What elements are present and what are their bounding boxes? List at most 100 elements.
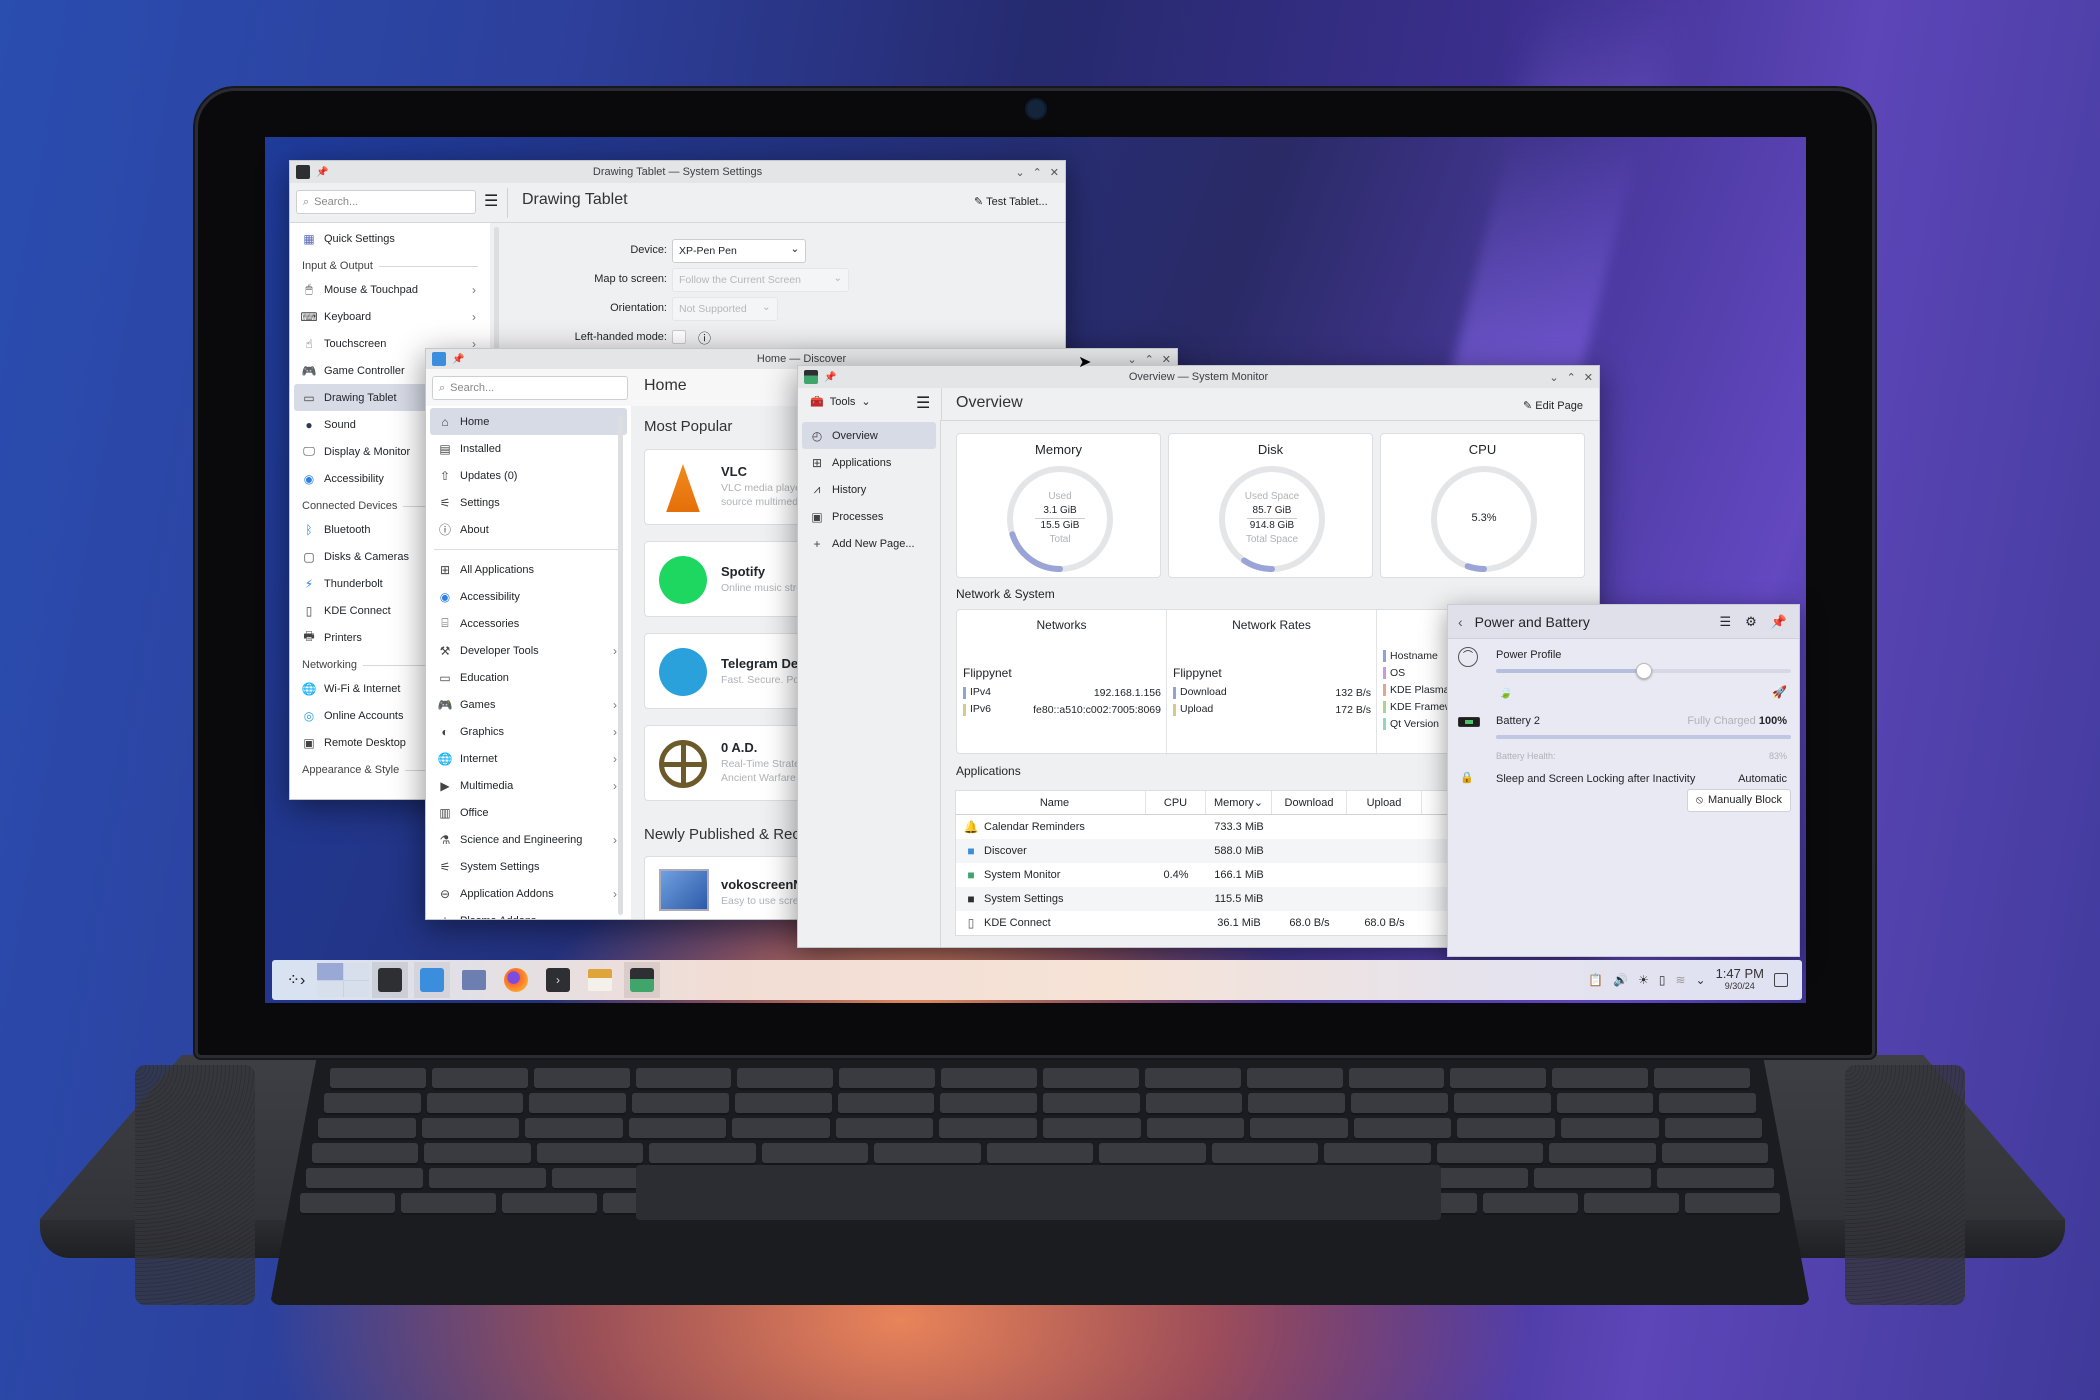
edit-page-button[interactable]: ✎ Edit Page: [1523, 399, 1583, 412]
test-tablet-button[interactable]: ✎ Test Tablet...: [974, 195, 1048, 208]
info-icon[interactable]: ⓘ: [698, 328, 711, 347]
tray-expand-chevron-icon[interactable]: ⌄: [1696, 973, 1706, 987]
minimize-button[interactable]: ⌄: [1127, 353, 1136, 366]
manually-block-button[interactable]: ⦸ Manually Block: [1686, 789, 1791, 812]
title-bar[interactable]: 📌 Drawing Tablet — System Settings ⌄ ⌃ ✕: [290, 161, 1065, 183]
chevron-right-icon: ›: [613, 643, 617, 658]
power-profile-slider[interactable]: [1496, 663, 1791, 679]
back-icon[interactable]: ‹: [1458, 614, 1463, 630]
info-row: Upload 172 B/s: [1173, 701, 1371, 718]
taskbar-firefox[interactable]: [498, 962, 534, 998]
kdeconnect-icon: ▯: [967, 916, 975, 930]
map-dropdown[interactable]: Follow the Current Screen ⌄: [672, 268, 850, 292]
nav-item-updates-0[interactable]: ⇧ Updates (0): [430, 462, 627, 489]
category-item-internet[interactable]: 🌐 Internet ›: [430, 745, 627, 772]
menu-icon[interactable]: ☰: [1720, 614, 1732, 630]
pin-icon[interactable]: 📌: [452, 354, 464, 365]
nav-item-home[interactable]: ⌂ Home: [430, 408, 627, 435]
category-item-accessories[interactable]: ⌸ Accessories: [430, 610, 627, 637]
maximize-button[interactable]: ⌃: [1145, 353, 1154, 366]
category-item-accessibility[interactable]: ◉ Accessibility: [430, 583, 627, 610]
category-item-education[interactable]: ▭ Education: [430, 664, 627, 691]
column-header-download[interactable]: Download: [1272, 791, 1347, 814]
nav-item-add-new-page[interactable]: + Add New Page...: [802, 530, 936, 557]
device-dropdown[interactable]: XP-Pen Pen ⌄: [672, 239, 807, 263]
color-marker: [1383, 684, 1386, 697]
title-bar[interactable]: 📌 Overview — System Monitor ⌄ ⌃ ✕: [798, 366, 1599, 388]
taskbar-konsole[interactable]: ›: [540, 962, 576, 998]
network-card: Networks Flippynet IPv4 192.168.1.156 IPv6…: [956, 609, 1456, 755]
app-launcher-button[interactable]: ⁘›: [278, 962, 314, 998]
wifi-icon[interactable]: ≋: [1675, 973, 1685, 987]
sidebar-item-mouse-touchpad[interactable]: 🖱 Mouse & Touchpad ›: [294, 276, 486, 303]
category-item-office[interactable]: ▥ Office: [430, 799, 627, 826]
item-label: Mouse & Touchpad: [324, 283, 418, 296]
sidebar-scrollbar[interactable]: [618, 415, 623, 915]
sidebar-item-keyboard[interactable]: ⌨ Keyboard ›: [294, 303, 486, 330]
category-item-science-and-engineering[interactable]: ⚗ Science and Engineering ›: [430, 826, 627, 853]
clock[interactable]: 1:47 PM 9/30/24: [1716, 967, 1764, 992]
column-header-name[interactable]: Name: [956, 791, 1146, 814]
table-row[interactable]: ▯ KDE Connect 36.1 MiB 68.0 B/s 68.0 B/s: [956, 911, 1449, 935]
category-item-system-settings[interactable]: ⚟ System Settings: [430, 853, 627, 880]
orientation-dropdown[interactable]: Not Supported ⌄: [672, 297, 778, 321]
taskbar-system-settings[interactable]: [372, 962, 408, 998]
category-item-games[interactable]: 🎮 Games ›: [430, 691, 627, 718]
nav-item-processes[interactable]: ▣ Processes: [802, 503, 936, 530]
close-button[interactable]: ✕: [1162, 353, 1171, 366]
close-button[interactable]: ✕: [1050, 166, 1059, 179]
nav-item-about[interactable]: ⓘ About: [430, 516, 627, 543]
nav-item-overview[interactable]: ◴ Overview: [802, 422, 936, 449]
category-item-application-addons[interactable]: ⊖ Application Addons ›: [430, 880, 627, 907]
taskbar-dolphin[interactable]: [456, 962, 492, 998]
maximize-button[interactable]: ⌃: [1567, 371, 1576, 384]
power-save-leaf-icon: 🍃: [1498, 685, 1513, 699]
close-button[interactable]: ✕: [1584, 371, 1593, 384]
show-desktop-icon[interactable]: [1774, 973, 1788, 987]
nav-item-settings[interactable]: ⚟ Settings: [430, 489, 627, 516]
pin-icon[interactable]: 📌: [1771, 614, 1787, 630]
left-handed-checkbox[interactable]: [672, 330, 686, 344]
category-item-graphics[interactable]: ◐ Graphics ›: [430, 718, 627, 745]
table-row[interactable]: ■ Discover 588.0 MiB: [956, 839, 1449, 863]
minimize-button[interactable]: ⌄: [1549, 371, 1558, 384]
spotify-icon: [659, 556, 707, 604]
category-item-all-applications[interactable]: ⊞ All Applications: [430, 556, 627, 583]
volume-icon[interactable]: 🔊: [1613, 973, 1628, 987]
slider-handle[interactable]: [1635, 663, 1652, 679]
category-item-multimedia[interactable]: ▶ Multimedia ›: [430, 772, 627, 799]
item-label: Applications: [832, 456, 892, 469]
table-row[interactable]: 🔔 Calendar Reminders 733.3 MiB: [956, 815, 1449, 839]
brightness-icon[interactable]: ☀: [1638, 973, 1649, 987]
clipboard-icon[interactable]: 📋: [1588, 973, 1603, 987]
pin-icon[interactable]: 📌: [316, 167, 328, 178]
virtual-desktop-pager[interactable]: [317, 963, 369, 997]
configure-icon[interactable]: ⚙: [1745, 614, 1757, 630]
search-input[interactable]: ⌕ Search...: [296, 190, 476, 214]
maximize-button[interactable]: ⌃: [1033, 166, 1042, 179]
tools-menu-button[interactable]: 🧰 Tools ⌄: [810, 395, 871, 409]
minimize-button[interactable]: ⌄: [1015, 166, 1024, 179]
taskbar-discover[interactable]: [414, 962, 450, 998]
sidebar-item-quick-settings[interactable]: ▦ Quick Settings: [294, 225, 486, 252]
app-launcher-icon: ⁘›: [286, 972, 306, 989]
battery-tray-icon[interactable]: ▯: [1659, 973, 1666, 987]
chevron-right-icon: ›: [613, 886, 617, 901]
nav-item-history[interactable]: ⩘ History: [802, 476, 936, 503]
category-item-developer-tools[interactable]: ⚒ Developer Tools ›: [430, 637, 627, 664]
category-item-plasma-addons[interactable]: ⁘ Plasma Addons ›: [430, 907, 627, 920]
hamburger-menu-icon[interactable]: ☰: [916, 393, 930, 413]
search-input[interactable]: ⌕ Search...: [432, 376, 628, 400]
hamburger-menu-icon[interactable]: ☰: [484, 191, 498, 211]
row-value: 172 B/s: [1335, 703, 1371, 716]
column-header-upload[interactable]: Upload: [1347, 791, 1422, 814]
table-row[interactable]: ■ System Settings 115.5 MiB: [956, 887, 1449, 911]
column-header-cpu[interactable]: CPU: [1146, 791, 1206, 814]
table-row[interactable]: ■ System Monitor 0.4% 166.1 MiB: [956, 863, 1449, 887]
nav-item-applications[interactable]: ⊞ Applications: [802, 449, 936, 476]
nav-item-installed[interactable]: ▤ Installed: [430, 435, 627, 462]
taskbar-ark[interactable]: [582, 962, 618, 998]
pin-icon[interactable]: 📌: [824, 372, 836, 383]
taskbar-system-monitor[interactable]: [624, 962, 660, 998]
column-header-memory[interactable]: Memory ⌄: [1206, 791, 1272, 814]
